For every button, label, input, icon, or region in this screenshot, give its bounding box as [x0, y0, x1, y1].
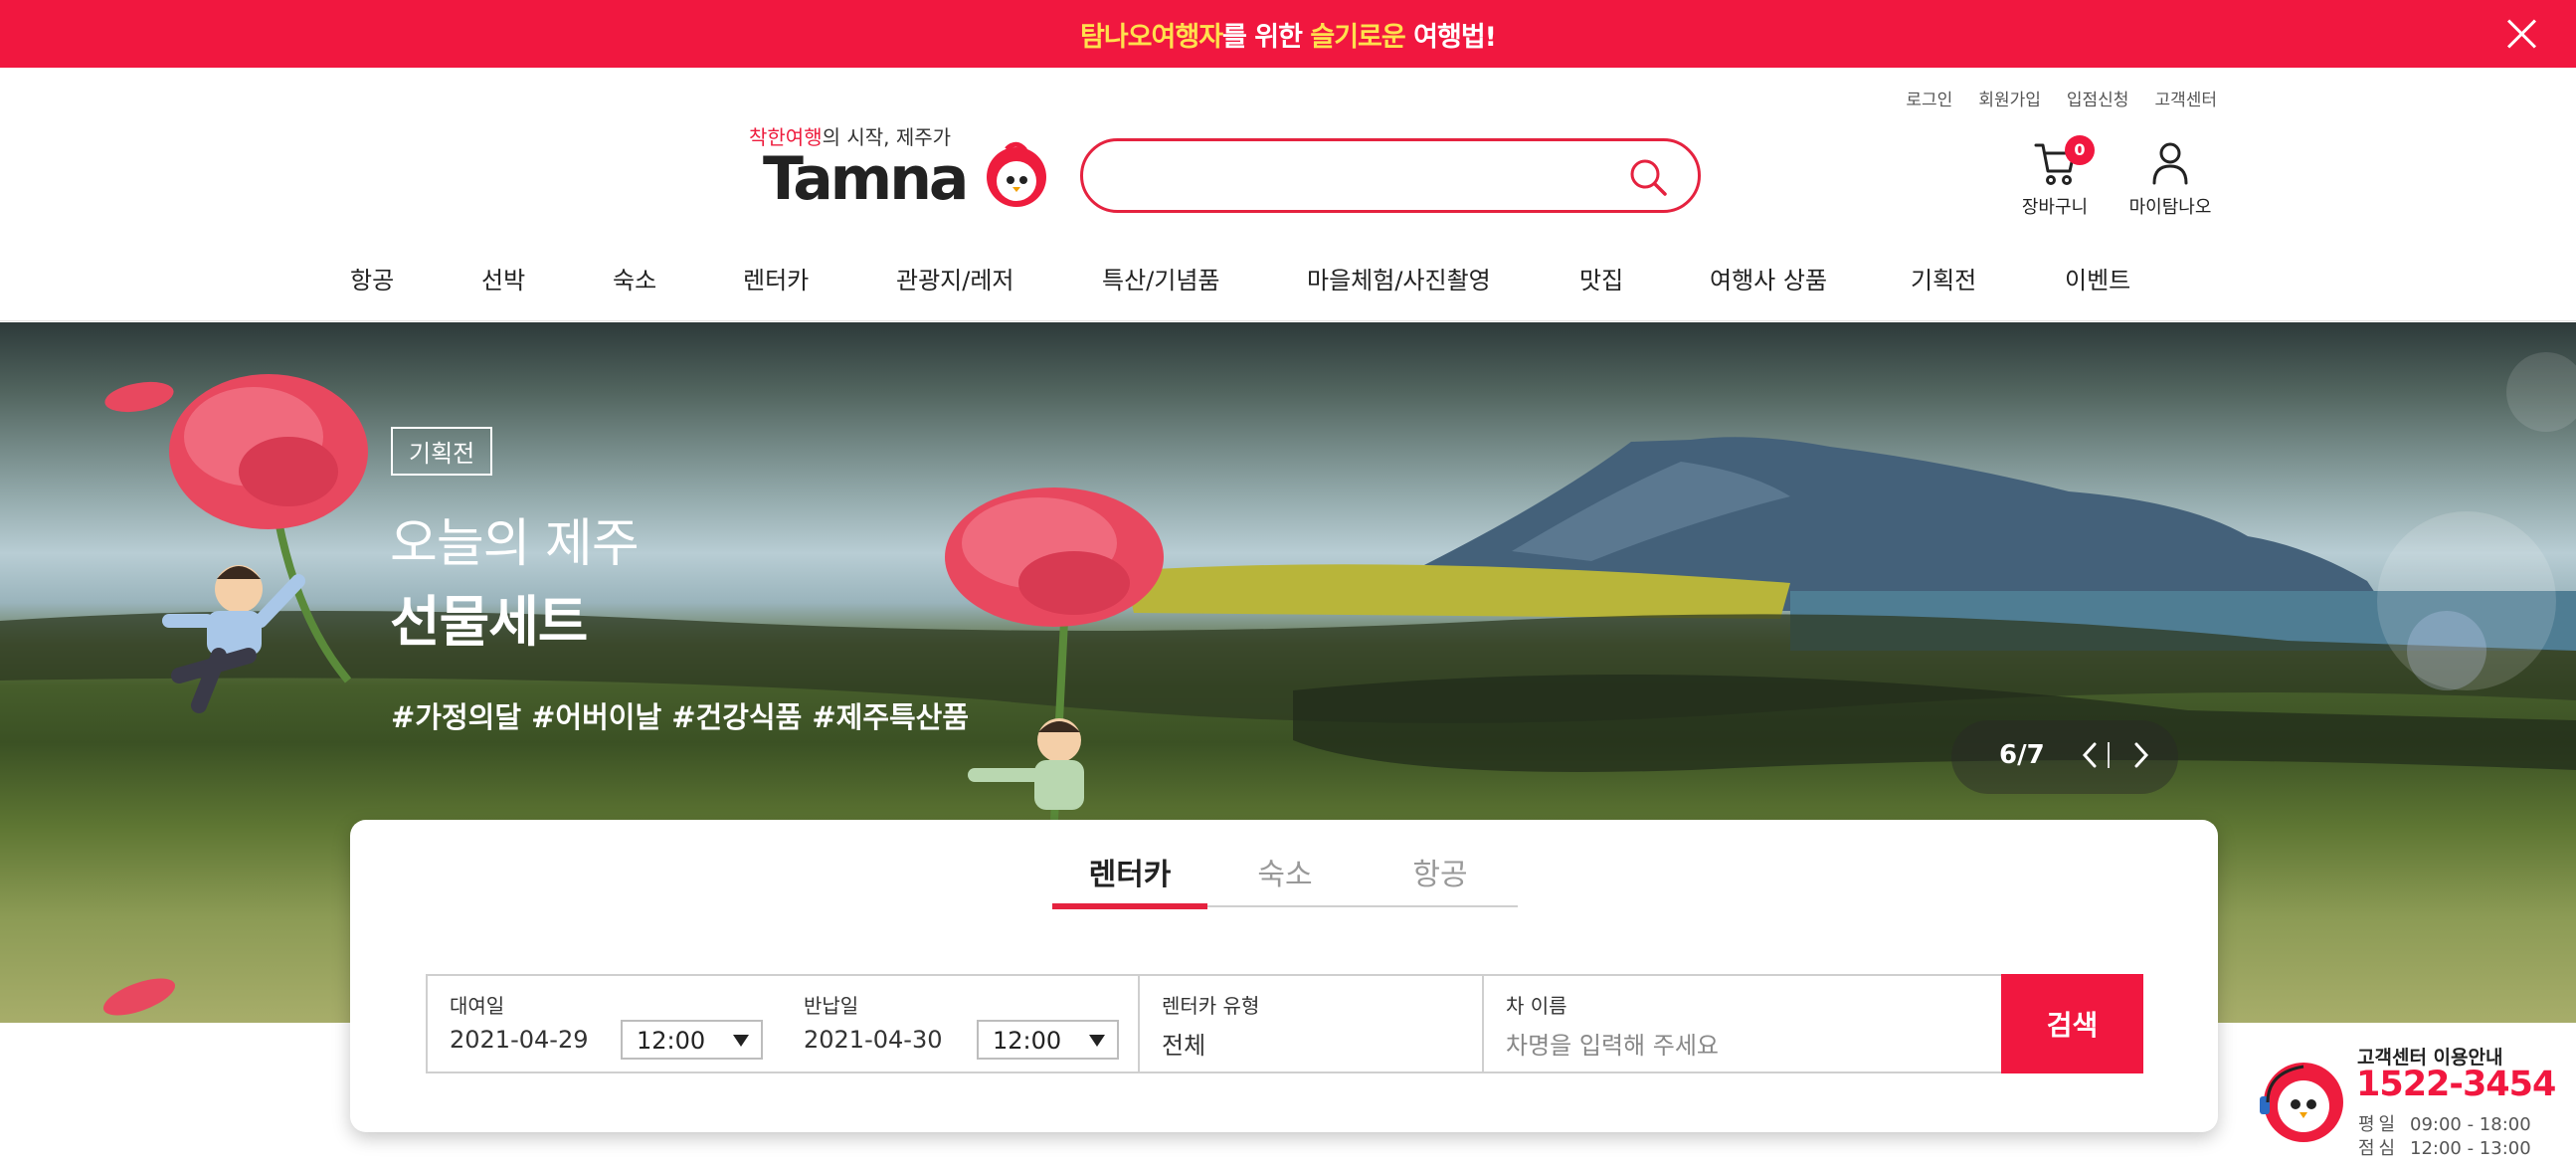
weekday-label: 평일: [2358, 1114, 2400, 1135]
close-icon[interactable]: [2504, 17, 2538, 51]
mypage-label: 마이탐나오: [2128, 197, 2212, 218]
customer-center-widget[interactable]: 고객센터 이용안내 1522-3454 평일 09:00 - 18:00 점심 12…: [2258, 1035, 2556, 1159]
tamnao-logo[interactable]: Tamna: [763, 141, 1051, 213]
nav-item-travel-agency[interactable]: 여행사 상품: [1710, 261, 1827, 295]
pickup-date[interactable]: 2021-04-29: [450, 1026, 588, 1054]
promo-text-2: 를 위한: [1222, 21, 1311, 53]
nav-item-flight[interactable]: 항공: [350, 261, 394, 295]
pickup-time-select[interactable]: 12:00: [621, 1020, 763, 1060]
banner-pager: 6/7: [1951, 720, 2178, 794]
login-link[interactable]: 로그인: [1906, 86, 1952, 110]
tab-rentcar[interactable]: 렌터카: [1052, 850, 1207, 893]
search-bar[interactable]: [1080, 138, 1701, 213]
nav-divider: [0, 320, 2576, 321]
lunch-hours: 점심 12:00 - 13:00: [2358, 1134, 2531, 1160]
pickup-field: 대여일 2021-04-29 12:00: [428, 976, 782, 1072]
customer-center-phone[interactable]: 1522-3454: [2356, 1065, 2556, 1104]
banner-page-count: 6/7: [1999, 740, 2045, 770]
nav-item-restaurant[interactable]: 맛집: [1579, 261, 1623, 295]
dropdown-arrow-icon: [733, 1035, 749, 1047]
partner-apply-link[interactable]: 입점신청: [2067, 86, 2129, 110]
promo-text: 탐나오여행자를 위한 슬기로운 여행법!: [1080, 15, 1497, 54]
nav-item-lodging[interactable]: 숙소: [613, 261, 656, 295]
car-type-value: 전체: [1162, 1032, 1206, 1060]
nav-item-rentcar[interactable]: 렌터카: [743, 261, 809, 295]
pager-divider: [2108, 742, 2110, 768]
nav-item-tour-leisure[interactable]: 관광지/레저: [896, 261, 1014, 295]
hero-hashtags: #가정의달 #어버이날 #건강식품 #제주특산품: [391, 700, 970, 734]
signup-link[interactable]: 회원가입: [1978, 86, 2041, 110]
lunch-label: 점심: [2358, 1138, 2400, 1159]
cart-count-badge: 0: [2065, 135, 2095, 165]
lunch-hours-value: 12:00 - 13:00: [2410, 1138, 2531, 1159]
return-time-value: 12:00: [993, 1027, 1062, 1055]
nav-item-exhibition[interactable]: 기획전: [1911, 261, 1976, 295]
car-name-field[interactable]: 차 이름 차명을 입력해 주세요: [1484, 976, 2001, 1072]
chevron-left-icon[interactable]: [2075, 738, 2105, 772]
weekday-hours-value: 09:00 - 18:00: [2410, 1114, 2531, 1135]
tab-flight[interactable]: 항공: [1363, 850, 1518, 893]
booking-tabs: 렌터카 숙소 항공: [350, 850, 2218, 911]
booking-panel: 렌터카 숙소 항공 대여일 2021-04-29 12:00 반납일 2021-…: [350, 820, 2218, 1132]
promo-highlight-2: 슬기로운: [1310, 21, 1405, 53]
return-time-select[interactable]: 12:00: [977, 1020, 1119, 1060]
hero-subtitle: 선물세트: [390, 590, 588, 654]
car-type-label: 렌터카 유형: [1162, 994, 1260, 1018]
search-icon[interactable]: [1628, 157, 1668, 197]
promo-banner[interactable]: 탐나오여행자를 위한 슬기로운 여행법!: [0, 0, 2576, 68]
dropdown-arrow-icon: [1089, 1035, 1105, 1047]
customer-center-link[interactable]: 고객센터: [2154, 86, 2217, 110]
search-button[interactable]: 검색: [2001, 974, 2143, 1073]
cart-label: 장바구니: [2021, 197, 2089, 218]
cart-button[interactable]: 0 장바구니: [2015, 135, 2095, 219]
mascot-icon: [2260, 1063, 2343, 1142]
promo-text-4: 여행법!: [1404, 21, 1497, 53]
nav-item-event[interactable]: 이벤트: [2065, 261, 2130, 295]
return-date[interactable]: 2021-04-30: [804, 1026, 942, 1054]
pickup-time-value: 12:00: [637, 1027, 706, 1055]
return-label: 반납일: [804, 994, 859, 1018]
nav-item-ship[interactable]: 선박: [481, 261, 525, 295]
weekday-hours: 평일 09:00 - 18:00: [2358, 1110, 2531, 1136]
car-name-input[interactable]: 차명을 입력해 주세요: [1506, 1026, 1719, 1061]
pickup-label: 대여일: [450, 994, 505, 1018]
util-links: 로그인 회원가입 입점신청 고객센터: [1906, 86, 2217, 110]
hero-title: 오늘의 제주: [390, 514, 640, 574]
promo-highlight-1: 탐나오여행자: [1080, 21, 1223, 53]
search-input[interactable]: [1113, 153, 1630, 199]
svg-text:Tamna: Tamna: [763, 144, 966, 213]
child-center: [968, 718, 1084, 810]
nav-item-specialty[interactable]: 특산/기념품: [1102, 261, 1220, 295]
return-field: 반납일 2021-04-30 12:00: [782, 976, 1138, 1072]
car-name-label: 차 이름: [1506, 994, 1567, 1018]
hero-badge: 기획전: [391, 427, 493, 476]
chevron-right-icon[interactable]: [2126, 738, 2156, 772]
tab-active-indicator: [1052, 903, 1207, 909]
mypage-button[interactable]: 마이탐나오: [2124, 139, 2216, 219]
rentcar-search-form: 대여일 2021-04-29 12:00 반납일 2021-04-30 12:0…: [426, 974, 2143, 1073]
car-type-field[interactable]: 렌터카 유형 전체: [1140, 976, 1482, 1072]
nav-item-village-experience[interactable]: 마을체험/사진촬영: [1307, 261, 1491, 295]
tab-lodging[interactable]: 숙소: [1207, 850, 1363, 893]
user-icon: [2152, 142, 2188, 185]
